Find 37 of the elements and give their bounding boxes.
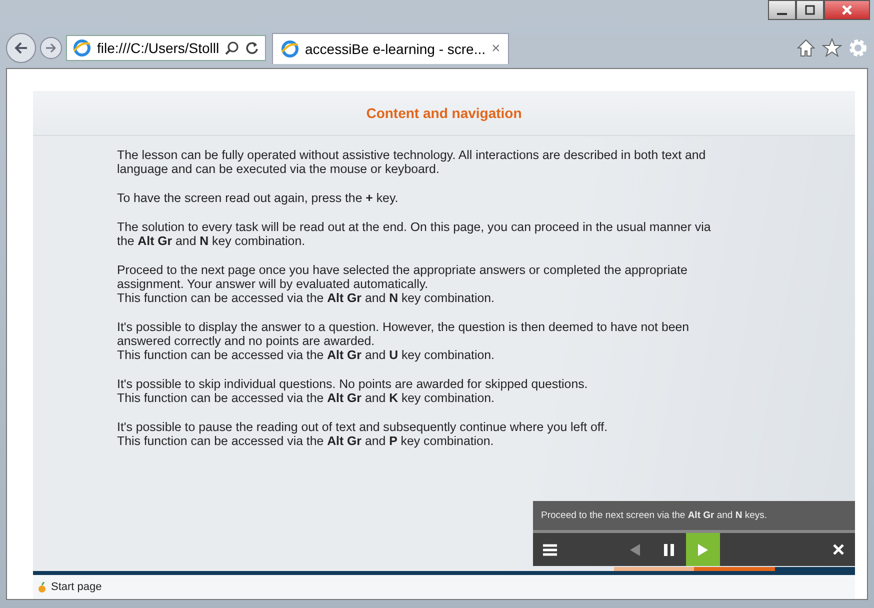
play-icon [698,544,708,556]
maximize-icon [805,5,815,15]
pause-icon [664,544,674,556]
forward-arrow-icon [46,43,56,53]
close-button[interactable] [824,0,870,20]
paragraph: To have the screen read out again, press the + key. [117,191,400,205]
menu-icon [543,544,557,556]
paragraph: It's possible to pause the reading out of text and subsequently continue where you left off. This function can be accessed via the Alt Gr and P key combination. [117,420,609,448]
paragraph: It's possible to skip individual questions. No points are awarded for skipped questions. This function can be accessed via the Alt Gr and K key combination. [117,377,589,405]
paragraph: The lesson can be fully operated without assistive technology. All interactions are described in both text and language and can be executed via the mouse or keyboard. [117,148,707,176]
browser-tab[interactable]: accessiBe e-learning - scre... × [272,32,510,64]
browser-logo-icon [281,40,299,58]
paragraph: Proceed to the next page once you have selected the appropriate answers or completed the appropriate assignment. Your answer will by evaluated automatically. This function can be accessed via the Alt Gr and N key combination. [117,263,688,305]
start-page-link[interactable]: Start page [51,581,102,593]
home-icon[interactable] [796,38,816,58]
tab-close-button[interactable]: × [492,40,500,57]
tab-title: accessiBe e-learning - scre... [305,40,486,56]
minimize-icon [777,13,787,15]
forward-button[interactable] [40,37,62,59]
page-title: Content and navigation [33,91,855,136]
paragraph: It's possible to display the answer to a question. However, the question is then deemed to have not been answered correctly and no points are awarded. This function can be accessed via the Alt Gr and U key combination. [117,320,690,362]
maximize-button[interactable] [796,0,824,20]
address-text: file:///C:/Users/Stolll [97,40,219,56]
refresh-icon[interactable] [245,41,259,55]
hint-banner: Proceed to the next screen via the Alt Gr and N keys. [533,501,855,533]
browser-logo-icon [73,39,91,57]
close-icon [832,544,844,555]
paragraph: The solution to every task will be read out at the end. On this page, you can proceed in the usual manner via the Alt Gr and N key combination. [117,220,712,248]
back-button[interactable] [6,33,36,63]
address-field[interactable]: file:///C:/Users/Stolll [66,35,266,61]
previous-icon [630,544,640,556]
fruit-icon [37,582,47,592]
star-icon[interactable] [822,38,842,58]
minimize-button[interactable] [768,0,796,20]
back-arrow-icon [14,41,28,55]
search-icon[interactable] [225,41,239,55]
close-icon [841,4,853,16]
